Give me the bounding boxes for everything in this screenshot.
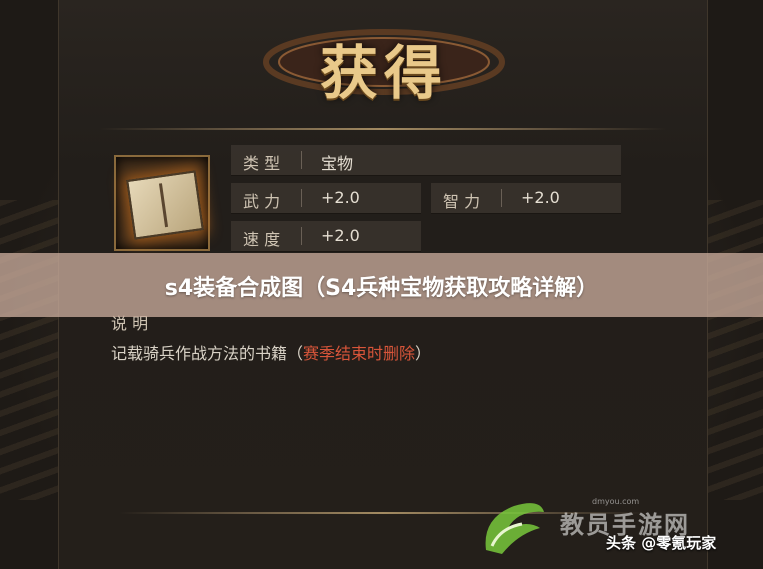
title-banner: 获得 bbox=[259, 10, 509, 107]
description-highlight: 赛季结束时删除 bbox=[303, 344, 416, 363]
stat-value-force: +2.0 bbox=[321, 188, 360, 207]
stat-separator bbox=[301, 227, 302, 245]
stat-row-type: 类 型 宝物 bbox=[231, 145, 621, 176]
watermark-logo-icon bbox=[485, 503, 544, 554]
description-text: 记载骑兵作战方法的书籍（赛季结束时删除） bbox=[111, 340, 431, 364]
stat-row-force: 武 力 +2.0 bbox=[231, 183, 421, 214]
top-divider bbox=[99, 128, 667, 130]
stat-row-intellect: 智 力 +2.0 bbox=[431, 183, 621, 214]
stat-row-speed: 速 度 +2.0 bbox=[231, 221, 421, 252]
stat-value-type: 宝物 bbox=[321, 154, 354, 173]
stat-separator bbox=[301, 151, 302, 169]
caption-banner: s4装备合成图（S4兵种宝物获取攻略详解） bbox=[0, 253, 763, 317]
stat-separator bbox=[301, 189, 302, 207]
caption-text: s4装备合成图（S4兵种宝物获取攻略详解） bbox=[164, 276, 599, 301]
description-main: 记载骑兵作战方法的书籍（ bbox=[111, 344, 304, 363]
stat-value-intellect: +2.0 bbox=[521, 188, 560, 207]
description-close: ） bbox=[415, 344, 432, 363]
dialog-title: 获得 bbox=[319, 39, 448, 107]
stat-separator bbox=[501, 189, 502, 207]
stat-label-speed: 速 度 bbox=[243, 230, 281, 249]
stat-value-speed: +2.0 bbox=[321, 226, 360, 245]
stat-label-force: 武 力 bbox=[243, 192, 281, 211]
item-icon-frame[interactable] bbox=[114, 155, 210, 251]
author-credit: 头条 @零氪玩家 bbox=[606, 534, 717, 552]
stat-label-type: 类 型 bbox=[243, 154, 281, 173]
stat-label-intellect: 智 力 bbox=[443, 192, 481, 211]
book-icon bbox=[126, 170, 204, 240]
